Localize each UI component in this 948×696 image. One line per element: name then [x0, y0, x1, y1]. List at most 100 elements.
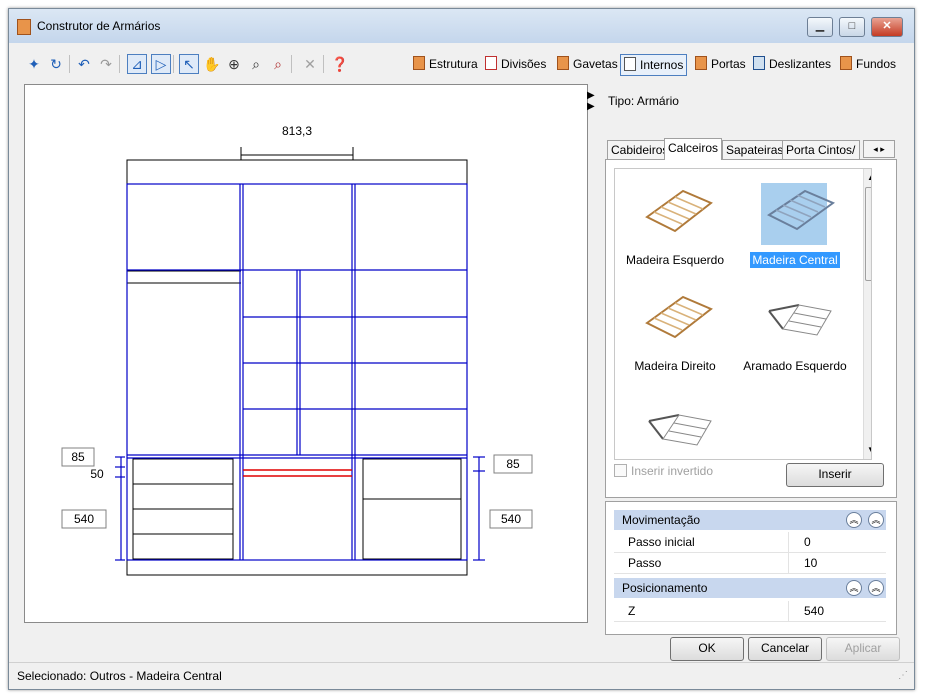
tab-calceiros[interactable]: Calceiros — [664, 138, 723, 160]
item-label: Madeira Direito — [634, 359, 716, 373]
zoom-icon[interactable]: ⌕ — [269, 55, 287, 73]
wood-rack-selected-icon — [767, 189, 836, 231]
zoom-window-icon[interactable]: ⌕ — [247, 55, 265, 73]
divisoes-button[interactable]: Divisões — [485, 54, 546, 74]
estrutura-button[interactable]: Estrutura — [413, 54, 478, 74]
fit-icon[interactable]: ▷ — [151, 54, 171, 74]
new-icon[interactable]: ✦ — [25, 55, 43, 73]
tab-content: Madeira Esquerdo Madeira Central Madeira… — [605, 159, 897, 498]
collapse-all-icon[interactable]: ︽ — [868, 512, 884, 528]
item-madeira-central[interactable]: Madeira Central — [739, 179, 851, 279]
collapse-icon[interactable]: ︽ — [846, 512, 862, 528]
zoom-in-icon[interactable]: ⊕ — [225, 55, 243, 73]
row-passo-inicial[interactable]: Passo inicial 0 — [614, 532, 886, 553]
window-title: Construtor de Armários — [37, 19, 161, 33]
status-bar: Selecionado: Outros - Madeira Central ⋰ — [9, 662, 914, 689]
refresh-icon[interactable]: ↻ — [47, 55, 65, 73]
item-label: Madeira Esquerdo — [625, 253, 725, 267]
deslizantes-icon — [753, 56, 765, 70]
status-text: Selecionado: Outros - Madeira Central — [17, 669, 222, 683]
close-button[interactable]: ✕ — [871, 17, 903, 37]
toolbar-separator — [69, 55, 70, 73]
right-bottom-dimension: 540 — [501, 512, 521, 526]
toolbar: ✦ ↻ ↶ ↷ ⊿ ▷ ↖ ✋ ⊕ ⌕ ⌕ ✕ ❓ Estrutura Divi… — [9, 43, 914, 83]
toolbar-separator — [173, 55, 174, 73]
measure-icon[interactable]: ⊿ — [127, 54, 147, 74]
item-gallery: Madeira Esquerdo Madeira Central Madeira… — [614, 168, 872, 460]
item-madeira-esquerdo[interactable]: Madeira Esquerdo — [619, 179, 731, 279]
collapse-all-icon[interactable]: ︽ — [868, 580, 884, 596]
gavetas-button[interactable]: Gavetas — [557, 54, 618, 74]
wardrobe-top — [126, 159, 468, 185]
width-dimension: 813,3 — [282, 124, 312, 138]
cancel-button[interactable]: Cancelar — [748, 637, 822, 661]
scroll-down-icon[interactable]: ▼ — [867, 445, 871, 454]
wood-rack-icon — [645, 189, 713, 233]
divisoes-icon — [485, 56, 497, 70]
wire-rack-icon — [648, 414, 712, 446]
item-madeira-direito[interactable]: Madeira Direito — [619, 285, 731, 385]
gavetas-icon — [557, 56, 569, 70]
wire-rack-icon — [768, 304, 832, 336]
maximize-button[interactable]: □ — [839, 17, 865, 37]
wardrobe-drawing[interactable]: 813,3 85 50 540 85 540 — [25, 85, 587, 622]
collapse-arrows-icon[interactable]: ▶ ▶ — [587, 90, 595, 112]
portas-icon — [695, 56, 707, 70]
item-aramado-central[interactable] — [619, 395, 731, 459]
fundos-icon — [840, 56, 852, 70]
drawing-canvas[interactable]: 813,3 85 50 540 85 540 — [24, 84, 588, 623]
left-bottom-dimension: 540 — [74, 512, 94, 526]
tab-scroll-arrows[interactable]: ◂ ▸ — [863, 140, 895, 158]
gallery-scrollbar[interactable]: ▲ ▼ — [863, 169, 871, 459]
internos-icon — [624, 57, 636, 71]
category-posicionamento[interactable]: Posicionamento ︽ ︽ — [614, 578, 886, 598]
wood-rack-icon — [645, 295, 713, 339]
fundos-button[interactable]: Fundos — [840, 54, 896, 74]
passo-value[interactable]: 10 — [804, 553, 817, 573]
scroll-thumb[interactable] — [865, 187, 871, 281]
help-icon[interactable]: ❓ — [331, 55, 349, 73]
toolbar-separator — [323, 55, 324, 73]
passo-inicial-value[interactable]: 0 — [804, 532, 811, 552]
apply-button[interactable]: Aplicar — [826, 637, 900, 661]
right-top-dimension: 85 — [506, 457, 520, 471]
left-mid-dimension: 50 — [90, 467, 104, 481]
row-z[interactable]: Z 540 — [614, 601, 886, 622]
redo-icon[interactable]: ↷ — [97, 55, 115, 73]
minimize-button[interactable]: ▁ — [807, 17, 833, 37]
insert-inverted-checkbox[interactable]: Inserir invertido — [614, 464, 713, 478]
tab-strip: Cabideiros Calceiros Sapateiras Porta Ci… — [607, 138, 895, 160]
checkbox-box[interactable] — [614, 464, 627, 477]
resize-grip-icon[interactable]: ⋰ — [898, 663, 908, 689]
category-movimentacao[interactable]: Movimentação ︽ ︽ — [614, 510, 886, 530]
delete-icon[interactable]: ✕ — [301, 55, 319, 73]
properties-grid: Movimentação ︽ ︽ Passo inicial 0 Passo 1… — [605, 501, 897, 635]
pan-icon[interactable]: ✋ — [203, 55, 221, 73]
title-bar: Construtor de Armários ▁ □ ✕ — [9, 9, 914, 43]
tab-sapateiras[interactable]: Sapateiras — [722, 140, 788, 159]
left-top-dimension: 85 — [71, 450, 85, 464]
item-label: Aramado Esquerdo — [743, 359, 847, 373]
tab-cabideiros[interactable]: Cabideiros — [607, 140, 673, 159]
portas-button[interactable]: Portas — [695, 54, 746, 74]
item-aramado-esquerdo[interactable]: Aramado Esquerdo — [739, 285, 851, 385]
type-label: Tipo: Armário — [608, 94, 679, 108]
internos-button[interactable]: Internos — [620, 54, 688, 76]
scroll-up-icon[interactable]: ▲ — [867, 173, 871, 182]
undo-icon[interactable]: ↶ — [75, 55, 93, 73]
ok-button[interactable]: OK — [670, 637, 744, 661]
insert-button[interactable]: Inserir — [786, 463, 884, 487]
toolbar-separator — [119, 55, 120, 73]
pointer-icon[interactable]: ↖ — [179, 54, 199, 74]
z-value[interactable]: 540 — [804, 601, 824, 621]
collapse-icon[interactable]: ︽ — [846, 580, 862, 596]
wardrobe-base — [126, 559, 468, 576]
estrutura-icon — [413, 56, 425, 70]
deslizantes-button[interactable]: Deslizantes — [753, 54, 831, 74]
tab-porta-cintos[interactable]: Porta Cintos/ — [782, 140, 860, 159]
row-passo[interactable]: Passo 10 — [614, 553, 886, 574]
app-icon — [17, 19, 31, 35]
item-label: Madeira Central — [750, 252, 840, 268]
toolbar-separator — [291, 55, 292, 73]
selected-shelf-highlight — [243, 469, 352, 477]
